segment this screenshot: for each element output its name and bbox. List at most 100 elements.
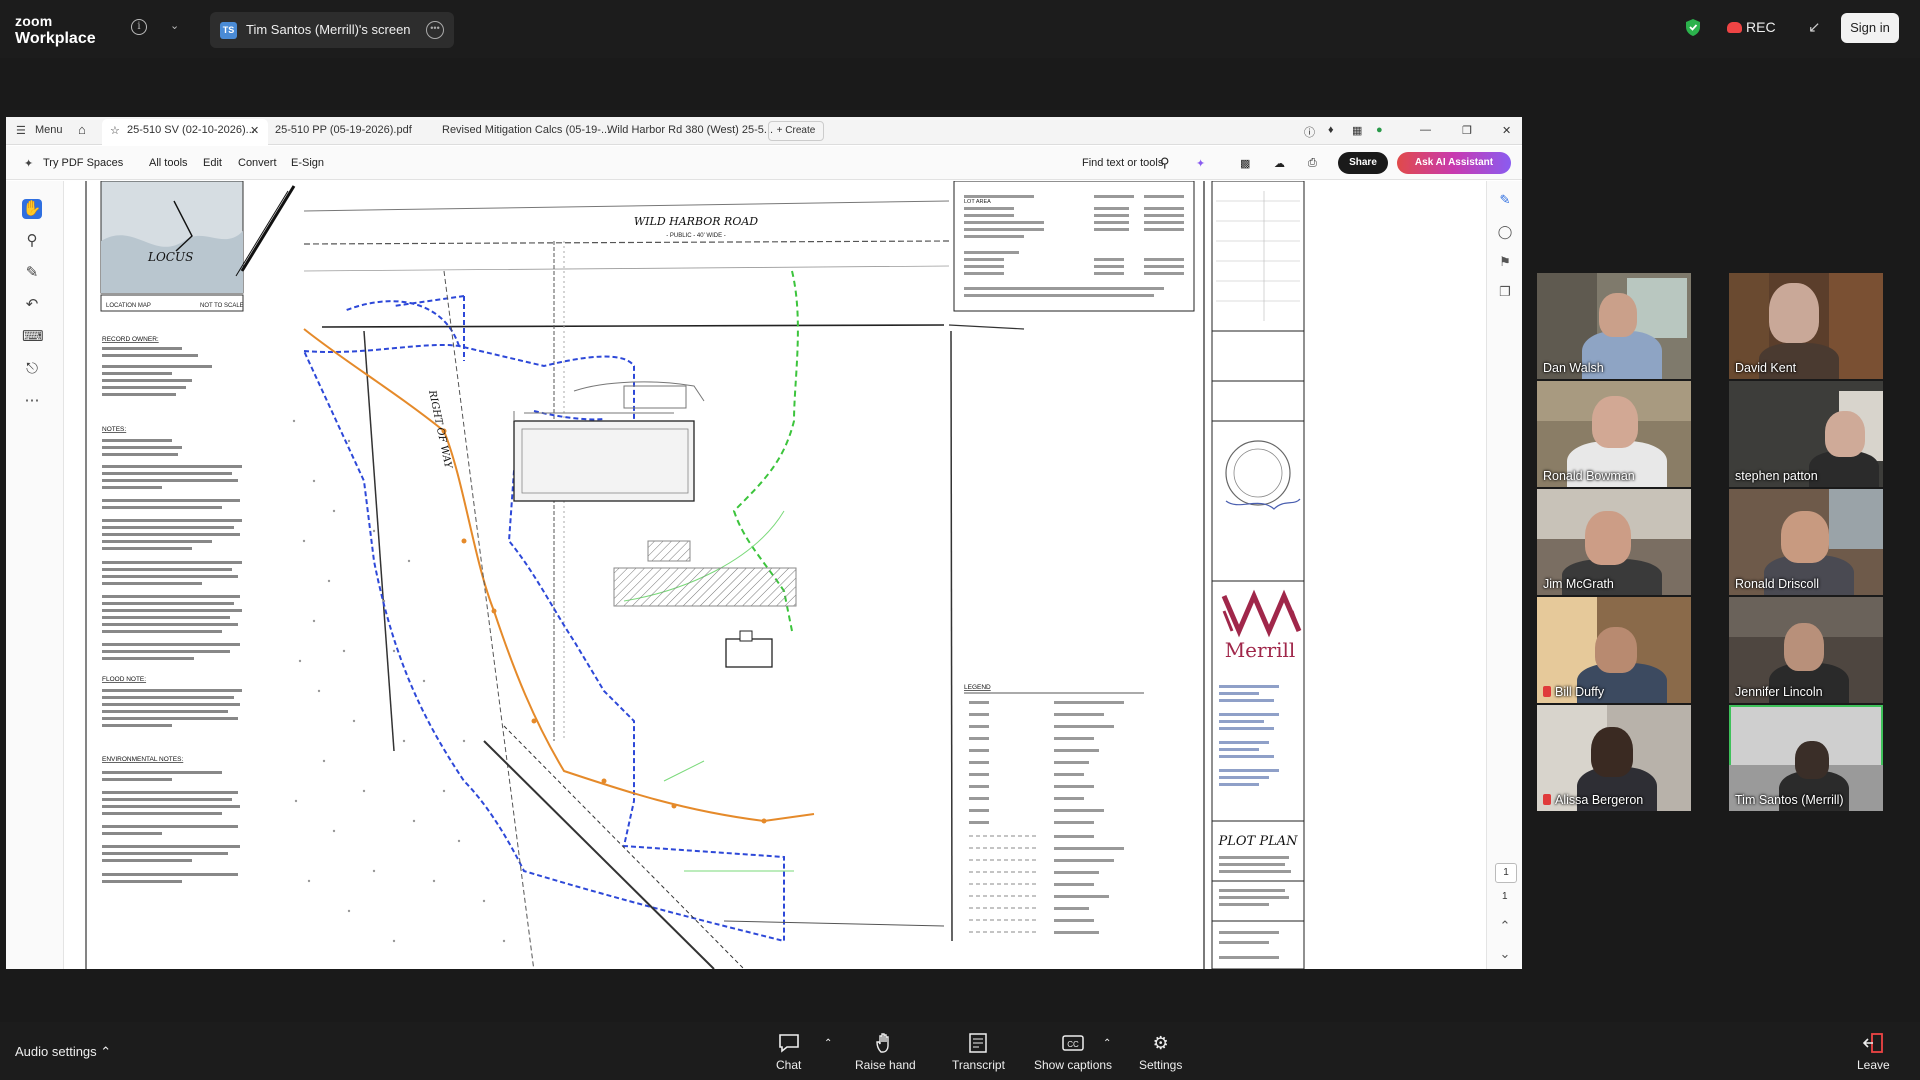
edit-menu[interactable]: Edit — [203, 157, 222, 169]
plot-plan-title: PLOT PLAN — [1218, 834, 1299, 849]
chevron-down-icon[interactable]: ⌄ — [1496, 945, 1514, 963]
leave-button[interactable]: Leave — [1857, 1032, 1890, 1072]
transcript-button[interactable]: Transcript — [952, 1032, 1005, 1072]
page-number-input[interactable]: 1 — [1495, 863, 1517, 883]
participant-name: David Kent — [1735, 361, 1797, 375]
flood-note-heading: FLOOD NOTE: — [102, 676, 146, 683]
pdf-document-page[interactable]: LOCUS LOCATION MAP NOT TO SCALE RECORD O… — [64, 180, 1480, 969]
raise-hand-label: Raise hand — [855, 1058, 916, 1072]
pages-icon[interactable]: ❐ — [1496, 283, 1514, 301]
try-pdf-spaces[interactable]: Try PDF Spaces — [43, 157, 123, 169]
lasso-tool-icon[interactable]: ↶ — [22, 295, 42, 315]
pdf-tab-3[interactable]: Revised Mitigation Calcs (05-19-... — [442, 124, 610, 136]
leave-door-icon — [1863, 1033, 1884, 1053]
captions-options-caret[interactable]: ⌃ — [1103, 1038, 1111, 1049]
show-captions-button[interactable]: CC Show captions — [1034, 1032, 1112, 1072]
record-owner-heading: RECORD OWNER: — [102, 336, 159, 343]
participant-tile[interactable]: Ronald Driscoll — [1729, 489, 1883, 595]
apps-grid-icon[interactable]: ▦ — [1352, 124, 1362, 137]
chevron-down-icon[interactable]: ⌄ — [170, 19, 179, 32]
raise-hand-icon — [876, 1033, 890, 1053]
environmental-notes-heading: ENVIRONMENTAL NOTES: — [102, 756, 183, 763]
page-total: 1 — [1502, 891, 1508, 902]
menu-label[interactable]: Menu — [35, 124, 63, 136]
zoom-tool-icon[interactable]: ⚲ — [22, 231, 42, 251]
text-select-icon[interactable]: ⌨ — [22, 327, 44, 347]
brand-workplace: Workplace — [15, 30, 96, 47]
comment-icon[interactable]: ◯ — [1496, 223, 1514, 241]
raise-hand-button[interactable]: Raise hand — [855, 1032, 916, 1072]
spaces-icon[interactable]: ✦ — [24, 157, 33, 170]
chat-button[interactable]: Chat — [776, 1032, 801, 1072]
home-icon[interactable]: ⌂ — [78, 122, 86, 137]
more-tools-icon[interactable]: ⋯ — [22, 391, 42, 411]
pdf-toolbar: ✦ Try PDF Spaces All tools Edit Convert … — [6, 146, 1522, 180]
create-button[interactable]: + Create — [768, 121, 824, 141]
minimize-icon[interactable]: — — [1420, 124, 1431, 136]
maximize-icon[interactable]: ❐ — [1462, 124, 1472, 137]
profile-icon[interactable]: ● — [1376, 124, 1383, 136]
chevron-up-icon: ⌃ — [100, 1044, 112, 1059]
convert-menu[interactable]: Convert — [238, 157, 277, 169]
participant-name: Ronald Driscoll — [1735, 577, 1820, 591]
pdf-tab-1[interactable]: 25-510 SV (02-10-2026)... — [127, 124, 255, 136]
participant-tile[interactable]: stephen patton — [1729, 381, 1883, 487]
find-tools-field[interactable]: Find text or tools — [1082, 157, 1163, 169]
hamburger-icon[interactable]: ☰ — [16, 124, 26, 137]
legend-heading: LEGEND — [964, 684, 991, 691]
shared-screen-tab[interactable]: TS Tim Santos (Merrill)'s screen ••• — [210, 12, 454, 48]
exit-fullscreen-icon[interactable]: ↙ — [1808, 18, 1821, 36]
window-close-icon[interactable]: ✕ — [1502, 124, 1511, 137]
recording-indicator[interactable]: REC — [1727, 19, 1776, 35]
notes-heading: NOTES: — [102, 426, 126, 433]
meeting-info-icon[interactable]: i — [131, 19, 147, 35]
print-icon[interactable]: ⎙ — [1308, 157, 1317, 170]
participant-tile[interactable]: Dan Walsh — [1537, 273, 1691, 379]
chat-options-caret[interactable]: ⌃ — [824, 1038, 832, 1049]
audio-settings-button[interactable]: Audio settings ⌃ — [15, 1044, 111, 1060]
ask-ai-assistant-button[interactable]: Ask AI Assistant — [1397, 152, 1511, 174]
sharer-avatar: TS — [220, 22, 237, 39]
upload-cloud-icon[interactable]: ☁ — [1274, 157, 1285, 170]
participant-name-text: Bill Duffy — [1555, 685, 1605, 699]
encryption-shield-icon[interactable] — [1685, 18, 1701, 37]
zoom-top-bar: zoom Workplace i ⌄ TS Tim Santos (Merril… — [0, 0, 1920, 58]
shared-screen-label: Tim Santos (Merrill)'s screen — [246, 22, 411, 37]
pdf-tab-4[interactable]: Wild Harbor Rd 380 (West) 25-5... — [607, 124, 773, 136]
esign-menu[interactable]: E-Sign — [291, 157, 324, 169]
zoom-logo: zoom Workplace — [15, 14, 96, 47]
hand-tool-icon[interactable]: ✋ — [22, 199, 42, 219]
chevron-up-icon[interactable]: ⌃ — [1496, 917, 1514, 935]
svg-text:CC: CC — [1067, 1040, 1079, 1049]
pdf-tab-2[interactable]: 25-510 PP (05-19-2026).pdf — [275, 124, 412, 136]
stamp-tool-icon[interactable]: ⎋ — [22, 359, 42, 379]
ai-sparkle-icon[interactable]: ✦ — [1196, 157, 1205, 170]
save-icon[interactable]: ▩ — [1240, 157, 1250, 170]
location-map-label: LOCATION MAP — [106, 303, 151, 309]
all-tools-menu[interactable]: All tools — [149, 157, 188, 169]
share-button[interactable]: Share — [1338, 152, 1388, 174]
participant-tile-active-speaker[interactable]: Tim Santos (Merrill) — [1729, 705, 1883, 811]
settings-label: Settings — [1139, 1058, 1183, 1072]
bookmark-icon[interactable]: ⚑ — [1496, 253, 1514, 271]
search-icon[interactable]: ⚲ — [1160, 155, 1170, 171]
participant-name: Jennifer Lincoln — [1735, 685, 1823, 699]
participant-tile[interactable]: Bill Duffy — [1537, 597, 1691, 703]
pen-tool-icon[interactable]: ✎ — [22, 263, 42, 283]
bell-icon[interactable]: ♦ — [1328, 124, 1334, 136]
pdf-tab-bar: ☰ Menu ⌂ ☆ 25-510 SV (02-10-2026)... ✕ 2… — [6, 117, 1522, 145]
participant-tile[interactable]: Jennifer Lincoln — [1729, 597, 1883, 703]
close-icon[interactable]: ✕ — [250, 124, 259, 137]
create-label: Create — [785, 125, 816, 136]
more-options-icon[interactable]: ••• — [426, 21, 444, 39]
participant-tile[interactable]: Jim McGrath — [1537, 489, 1691, 595]
participant-tile[interactable]: Alissa Bergeron — [1537, 705, 1691, 811]
lot-area-label: LOT AREA — [964, 199, 991, 205]
help-icon[interactable]: ⓘ — [1304, 124, 1315, 140]
edit-pdf-icon[interactable]: ✎ — [1496, 191, 1514, 209]
participant-tile[interactable]: Ronald Bowman — [1537, 381, 1691, 487]
settings-button[interactable]: ⚙ Settings — [1139, 1032, 1182, 1072]
participant-tile[interactable]: David Kent — [1729, 273, 1883, 379]
star-icon[interactable]: ☆ — [110, 124, 120, 137]
sign-in-button[interactable]: Sign in — [1841, 13, 1899, 43]
